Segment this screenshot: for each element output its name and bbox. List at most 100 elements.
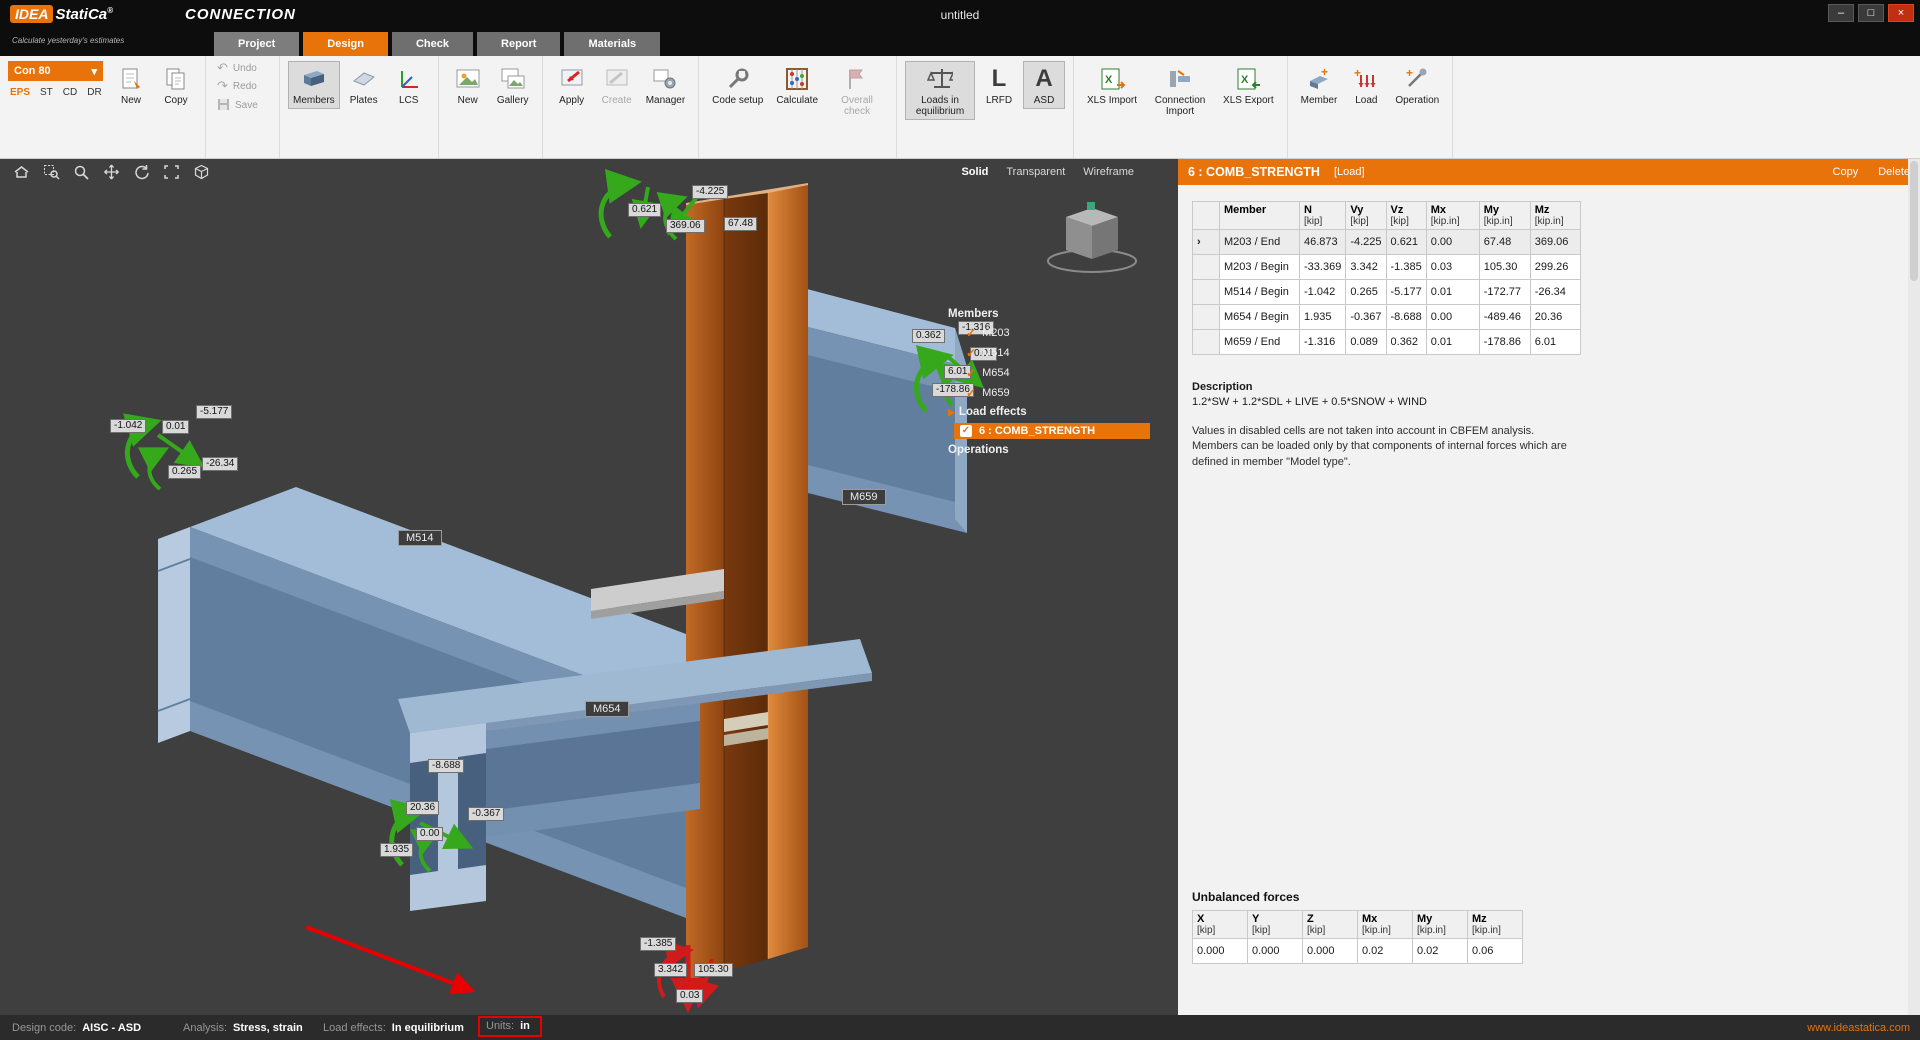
force-label: -4.225 bbox=[692, 185, 729, 199]
save-button[interactable]: Save bbox=[214, 97, 261, 114]
zoom-button[interactable] bbox=[68, 161, 94, 183]
tab-project[interactable]: Project bbox=[214, 32, 300, 56]
zoom-window-button[interactable] bbox=[38, 161, 64, 183]
tree-item-m659[interactable]: ✓ M659 bbox=[946, 383, 1158, 403]
rotate-view-button[interactable] bbox=[128, 161, 154, 183]
new-member-button[interactable]: + Member bbox=[1296, 61, 1343, 109]
new-project-item-button[interactable]: New bbox=[110, 61, 152, 109]
navigation-cube[interactable] bbox=[1047, 202, 1137, 273]
table-row[interactable]: M659 / End -1.316 0.089 0.362 0.01 -178.… bbox=[1192, 329, 1581, 355]
load-detail-panel: 6 : COMB_STRENGTH [Load] Copy Delete Mem… bbox=[1178, 159, 1920, 1015]
loads-in-equilibrium-button[interactable]: Loads in equilibrium bbox=[905, 61, 976, 120]
tree-item-active-load[interactable]: ✓ 6 : COMB_STRENGTH bbox=[954, 423, 1150, 439]
connection-import-button[interactable]: Connection Import bbox=[1145, 61, 1215, 120]
maximize-button[interactable]: □ bbox=[1858, 4, 1884, 22]
check-icon: ✓ bbox=[966, 326, 977, 340]
pan-button[interactable] bbox=[98, 161, 124, 183]
table-row[interactable]: M514 / Begin -1.042 0.265 -5.177 0.01 -1… bbox=[1192, 279, 1581, 305]
force-label: 0.00 bbox=[416, 827, 444, 841]
connection-import-icon bbox=[1167, 66, 1193, 92]
description-note: Values in disabled cells are not taken i… bbox=[1192, 425, 1567, 468]
labels-members-button[interactable]: Members bbox=[288, 61, 340, 109]
panel-header: 6 : COMB_STRENGTH [Load] Copy Delete bbox=[1178, 159, 1920, 185]
connection-selector[interactable]: Con 80 ▾ bbox=[8, 61, 103, 81]
asd-button[interactable]: A ASD bbox=[1023, 61, 1066, 109]
template-apply-button[interactable]: Apply bbox=[551, 61, 593, 109]
title-bar: IDEA StatiCa® CONNECTION Calculate yeste… bbox=[0, 0, 1920, 56]
overall-check-button[interactable]: Overall check bbox=[826, 61, 888, 120]
group-pictures: New Gallery bbox=[439, 56, 543, 158]
3d-scene[interactable] bbox=[0, 159, 1178, 1015]
tab-materials[interactable]: Materials bbox=[564, 32, 661, 56]
tree-item-m654[interactable]: ✓ M654 bbox=[946, 363, 1158, 383]
calculate-button[interactable]: Calculate bbox=[771, 61, 823, 109]
document-title: untitled bbox=[940, 8, 980, 22]
checkbox-icon[interactable]: ✓ bbox=[960, 425, 972, 437]
unbalanced-forces-table: X [kip] Y [kip] Z [kip] Mx [kip.in] My [kip.i… bbox=[1192, 910, 1523, 964]
status-load-effects: Load effects: In equilibrium bbox=[323, 1021, 464, 1034]
labels-lcs-button[interactable]: LCS bbox=[388, 61, 430, 109]
redo-button[interactable]: ↷ Redo bbox=[214, 79, 261, 93]
xls-import-button[interactable]: X XLS Import bbox=[1082, 61, 1142, 109]
xls-export-button[interactable]: X XLS Export bbox=[1218, 61, 1279, 109]
tree-operations-header[interactable]: Operations bbox=[946, 441, 1158, 459]
undo-button[interactable]: ↶ Undo bbox=[214, 61, 261, 75]
tab-report[interactable]: Report bbox=[477, 32, 561, 56]
tree-item-m514[interactable]: ✓ M514 bbox=[946, 343, 1158, 363]
copy-load-button[interactable]: Copy bbox=[1833, 166, 1859, 178]
home-view-button[interactable] bbox=[8, 161, 34, 183]
svg-text:+: + bbox=[1321, 67, 1328, 79]
force-label: 0.01 bbox=[162, 420, 190, 434]
mode-wireframe[interactable]: Wireframe bbox=[1083, 166, 1134, 178]
lrfd-button[interactable]: L LRFD bbox=[978, 61, 1020, 109]
close-button[interactable]: × bbox=[1888, 4, 1914, 22]
mode-eps[interactable]: EPS bbox=[10, 87, 30, 98]
member-tag-m659[interactable]: M659 bbox=[842, 489, 886, 505]
template-create-button[interactable]: Create bbox=[596, 61, 638, 109]
panel-scrollbar[interactable] bbox=[1908, 159, 1920, 1015]
template-manager-button[interactable]: Manager bbox=[641, 61, 690, 109]
render-cube-button[interactable] bbox=[188, 161, 214, 183]
mode-dr[interactable]: DR bbox=[87, 87, 101, 98]
row-selector[interactable]: › bbox=[1192, 229, 1220, 255]
new-operation-button[interactable]: + Operation bbox=[1390, 61, 1444, 109]
tab-design[interactable]: Design bbox=[303, 32, 388, 56]
minimize-button[interactable]: ‒ bbox=[1828, 4, 1854, 22]
3d-viewport[interactable]: Solid Transparent Wireframe M514 M654 M6… bbox=[0, 159, 1178, 1015]
mode-solid[interactable]: Solid bbox=[961, 166, 988, 178]
status-units[interactable]: Units: in bbox=[478, 1016, 542, 1037]
labels-plates-button[interactable]: Plates bbox=[343, 61, 385, 109]
annotation-arrow bbox=[305, 925, 476, 995]
picture-new-button[interactable]: New bbox=[447, 61, 489, 109]
member-tag-m654[interactable]: M654 bbox=[585, 701, 629, 717]
code-setup-button[interactable]: Code setup bbox=[707, 61, 768, 109]
zoom-fit-button[interactable] bbox=[158, 161, 184, 183]
status-design-code: Design code: AISC - ASD bbox=[12, 1021, 142, 1034]
load-effects-table: Member N [kip] Vy [kip] Vz [kip] Mx [kip.in]… bbox=[1192, 201, 1581, 355]
mode-cd[interactable]: CD bbox=[63, 87, 77, 98]
delete-load-button[interactable]: Delete bbox=[1878, 166, 1910, 178]
mode-transparent[interactable]: Transparent bbox=[1006, 166, 1065, 178]
group-labels: Members Plates LCS bbox=[280, 56, 439, 158]
chevron-down-icon: ▾ bbox=[91, 65, 97, 78]
panel-title: 6 : COMB_STRENGTH bbox=[1188, 165, 1320, 179]
tree-members-header[interactable]: Members bbox=[946, 305, 1158, 323]
member-tag-m514[interactable]: M514 bbox=[398, 530, 442, 546]
website-link[interactable]: www.ideastatica.com bbox=[1807, 1015, 1910, 1040]
mode-st[interactable]: ST bbox=[40, 87, 53, 98]
table-row[interactable]: M203 / Begin -33.369 3.342 -1.385 0.03 1… bbox=[1192, 254, 1581, 280]
table-row[interactable]: M654 / Begin 1.935 -0.367 -8.688 0.00 -4… bbox=[1192, 304, 1581, 330]
picture-gallery-button[interactable]: Gallery bbox=[492, 61, 534, 109]
new-load-button[interactable]: + Load bbox=[1345, 61, 1387, 109]
copy-document-icon bbox=[163, 66, 189, 92]
force-label: 20.36 bbox=[406, 801, 440, 815]
tree-load-effects-header[interactable]: ▶ Load effects bbox=[946, 403, 1158, 421]
table-row[interactable]: › M203 / End 46.873 -4.225 0.621 0.00 67… bbox=[1192, 229, 1581, 255]
abacus-icon bbox=[784, 66, 810, 92]
check-icon: ✓ bbox=[966, 346, 977, 360]
tab-check[interactable]: Check bbox=[391, 32, 474, 56]
tree-item-m203[interactable]: ✓ M203 bbox=[946, 323, 1158, 343]
force-label: 3.342 bbox=[654, 963, 688, 977]
copy-project-item-button[interactable]: Copy bbox=[155, 61, 197, 109]
group-new: + Member + Load + Operation bbox=[1288, 56, 1454, 158]
